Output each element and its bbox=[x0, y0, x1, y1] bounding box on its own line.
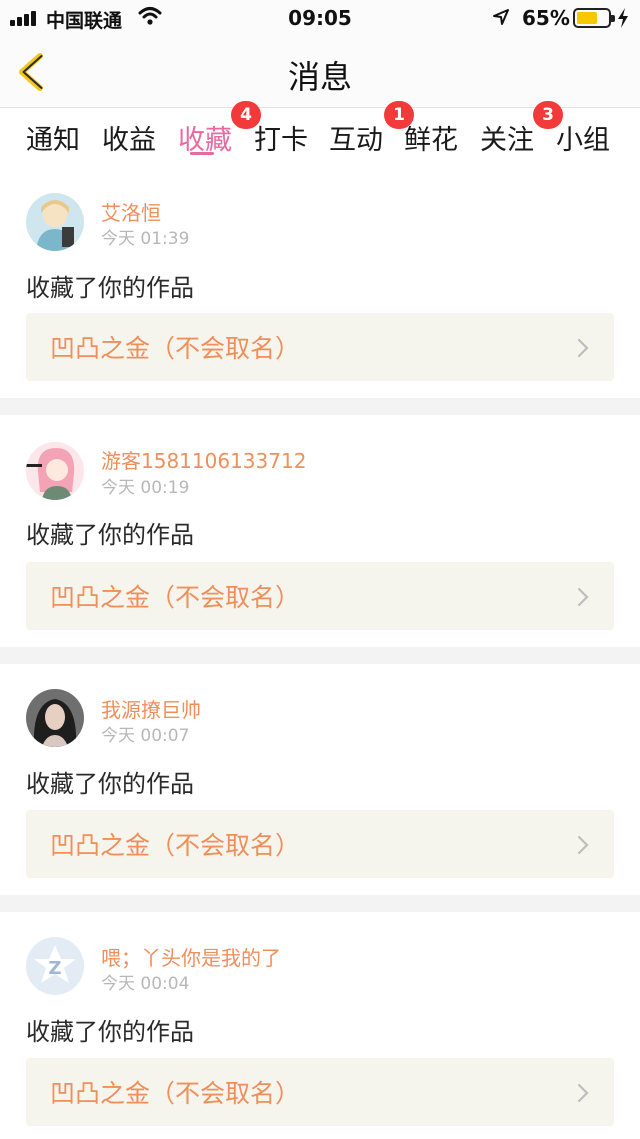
work-title: 凹凸之金（不会取名） bbox=[50, 334, 301, 363]
user-name[interactable]: 艾洛恒 bbox=[101, 197, 161, 226]
timestamp: 今天 01:39 bbox=[101, 229, 190, 249]
user-name[interactable]: 我源撩巨帅 bbox=[101, 694, 201, 723]
charging-bolt-icon bbox=[618, 8, 628, 28]
action-text: 收藏了你的作品 bbox=[26, 1018, 194, 1046]
avatar[interactable] bbox=[26, 442, 84, 500]
list-item: 游客1581106133712 今天 00:19 收藏了你的作品 凹凸之金（不会… bbox=[0, 415, 640, 645]
user-name[interactable]: 游客1581106133712 bbox=[101, 445, 306, 474]
work-title: 凹凸之金（不会取名） bbox=[50, 1079, 301, 1108]
action-text: 收藏了你的作品 bbox=[26, 274, 194, 302]
action-text: 收藏了你的作品 bbox=[26, 770, 194, 798]
chevron-right-icon bbox=[577, 338, 589, 358]
divider bbox=[0, 647, 640, 664]
tab-notifications[interactable]: 通知 bbox=[26, 118, 80, 157]
chevron-right-icon bbox=[577, 587, 589, 607]
list-item: Z 喂；丫头你是我的了 今天 00:04 收藏了你的作品 凹凸之金（不会取名） bbox=[0, 912, 640, 1139]
default-avatar-icon: Z bbox=[26, 937, 84, 995]
active-tab-indicator bbox=[190, 152, 214, 155]
tab-interaction[interactable]: 互动 bbox=[329, 118, 383, 157]
work-link[interactable]: 凹凸之金（不会取名） bbox=[26, 313, 614, 381]
category-tabs: 通知 收益 收藏 4 打卡 互动 1 鲜花 关注 3 小组 bbox=[0, 101, 640, 166]
action-text: 收藏了你的作品 bbox=[26, 521, 194, 549]
work-title: 凹凸之金（不会取名） bbox=[50, 583, 301, 612]
svg-text:Z: Z bbox=[48, 958, 61, 979]
page-title: 消息 bbox=[287, 58, 352, 96]
battery-percent: 65% bbox=[522, 6, 570, 30]
tab-earnings[interactable]: 收益 bbox=[102, 118, 156, 157]
timestamp: 今天 00:19 bbox=[101, 478, 190, 498]
list-item: 艾洛恒 今天 01:39 收藏了你的作品 凹凸之金（不会取名） bbox=[0, 168, 640, 398]
divider bbox=[0, 895, 640, 912]
tab-groups[interactable]: 小组 bbox=[556, 118, 610, 157]
nav-bar: 消息 bbox=[0, 36, 640, 108]
status-bar: 中国联通 09:05 65% bbox=[0, 0, 640, 36]
chevron-right-icon bbox=[577, 1083, 589, 1103]
avatar[interactable]: Z bbox=[26, 937, 84, 995]
list-item: 我源撩巨帅 今天 00:07 收藏了你的作品 凹凸之金（不会取名） bbox=[0, 664, 640, 894]
timestamp: 今天 00:04 bbox=[101, 974, 190, 994]
work-title: 凹凸之金（不会取名） bbox=[50, 831, 301, 860]
location-arrow-icon bbox=[493, 9, 509, 25]
work-link[interactable]: 凹凸之金（不会取名） bbox=[26, 810, 614, 878]
chevron-right-icon bbox=[577, 835, 589, 855]
tab-checkin[interactable]: 打卡 bbox=[254, 118, 308, 157]
battery-fill bbox=[577, 12, 597, 24]
work-link[interactable]: 凹凸之金（不会取名） bbox=[26, 562, 614, 630]
avatar[interactable] bbox=[26, 193, 84, 251]
divider bbox=[0, 398, 640, 415]
battery-icon bbox=[573, 8, 615, 28]
tab-follow[interactable]: 关注 bbox=[480, 118, 534, 157]
user-name[interactable]: 喂；丫头你是我的了 bbox=[101, 942, 281, 971]
work-link[interactable]: 凹凸之金（不会取名） bbox=[26, 1058, 614, 1126]
tab-flowers[interactable]: 鲜花 bbox=[404, 118, 458, 157]
timestamp: 今天 00:07 bbox=[101, 726, 190, 746]
avatar[interactable] bbox=[26, 689, 84, 747]
